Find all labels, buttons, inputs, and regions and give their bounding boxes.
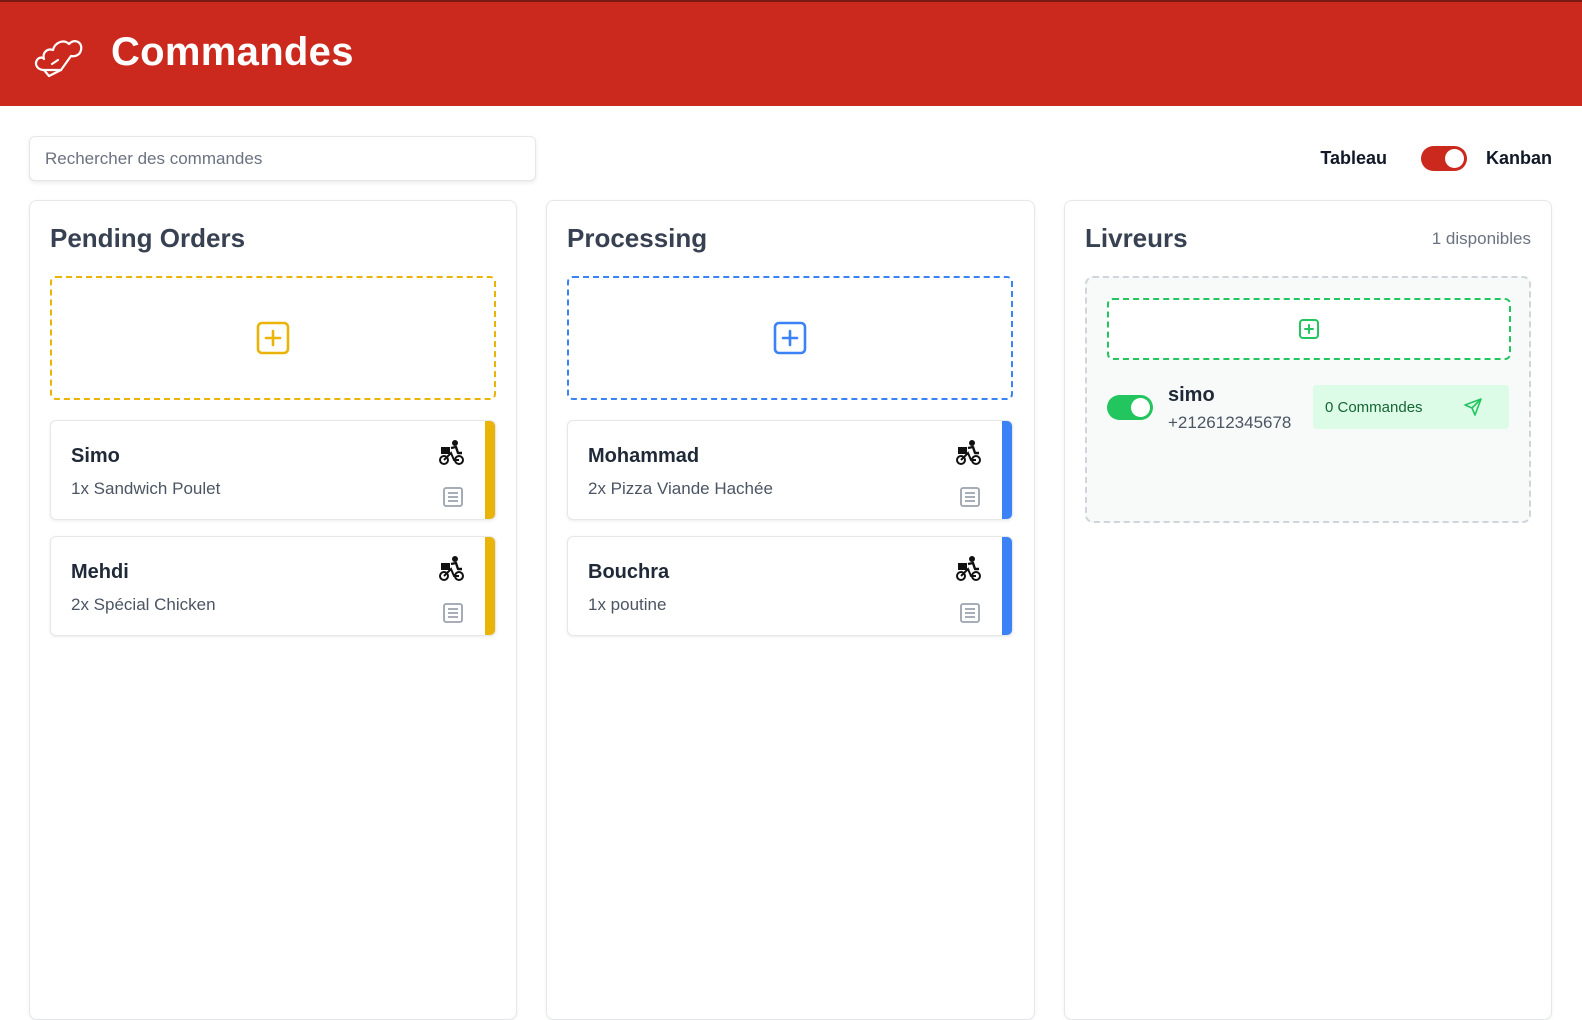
send-icon: [1464, 398, 1482, 416]
order-card[interactable]: Simo 1x Sandwich Poulet: [50, 420, 496, 520]
page-title: Commandes: [111, 30, 354, 74]
plus-square-icon: [256, 321, 290, 355]
note-icon[interactable]: [959, 486, 981, 508]
column-title: Livreurs: [1085, 223, 1188, 253]
order-card[interactable]: Mehdi 2x Spécial Chicken: [50, 536, 496, 636]
pending-orders-column: Pending Orders Simo 1x Sandwich Poulet M…: [29, 200, 517, 1020]
add-driver-dropzone[interactable]: [1107, 298, 1511, 360]
processing-column: Processing Mohammad 2x Pizza Viande Hach…: [546, 200, 1035, 1020]
bicycle-delivery-icon[interactable]: [955, 439, 983, 467]
column-title: Pending Orders: [50, 223, 246, 253]
order-card[interactable]: Bouchra 1x poutine: [567, 536, 1013, 636]
order-customer-name: Mohammad: [588, 445, 700, 467]
column-title: Processing: [567, 223, 708, 253]
status-bar: [1002, 421, 1012, 519]
chef-hat-icon: [34, 40, 83, 78]
switch-knob: [1445, 149, 1464, 168]
driver-orders-label: 0 Commandes: [1325, 399, 1423, 416]
status-bar: [1002, 537, 1012, 635]
add-pending-order-dropzone[interactable]: [50, 276, 496, 400]
note-icon[interactable]: [442, 486, 464, 508]
status-bar: [485, 421, 495, 519]
note-icon[interactable]: [442, 602, 464, 624]
note-icon[interactable]: [959, 602, 981, 624]
driver-availability-toggle[interactable]: [1107, 395, 1153, 420]
status-bar: [485, 537, 495, 635]
order-items: 1x poutine: [588, 595, 667, 614]
available-drivers-count: 1 disponibles: [1431, 229, 1531, 248]
driver-name: simo: [1168, 384, 1215, 406]
order-items: 2x Pizza Viande Hachée: [588, 479, 773, 498]
view-switch[interactable]: [1421, 146, 1467, 171]
plus-square-icon: [773, 321, 807, 355]
bicycle-delivery-icon[interactable]: [438, 555, 466, 583]
drivers-list: simo +212612345678 0 Commandes: [1085, 276, 1531, 523]
table-view-label[interactable]: Tableau: [1320, 148, 1387, 169]
drivers-column: Livreurs 1 disponibles simo +21261234567…: [1064, 200, 1552, 1020]
order-customer-name: Bouchra: [588, 561, 670, 583]
driver-phone: +212612345678: [1168, 413, 1292, 432]
order-customer-name: Mehdi: [71, 561, 129, 583]
switch-knob: [1131, 398, 1150, 417]
order-card[interactable]: Mohammad 2x Pizza Viande Hachée: [567, 420, 1013, 520]
bicycle-delivery-icon[interactable]: [955, 555, 983, 583]
order-items: 1x Sandwich Poulet: [71, 479, 221, 498]
order-customer-name: Simo: [71, 445, 120, 467]
kanban-view-label[interactable]: Kanban: [1486, 148, 1552, 169]
bicycle-delivery-icon[interactable]: [438, 439, 466, 467]
add-processing-order-dropzone[interactable]: [567, 276, 1013, 400]
app-header: Commandes: [0, 0, 1582, 106]
plus-square-icon: [1299, 319, 1319, 339]
search-input[interactable]: [29, 136, 536, 181]
order-items: 2x Spécial Chicken: [71, 595, 216, 614]
driver-orders-button[interactable]: 0 Commandes: [1313, 385, 1509, 429]
